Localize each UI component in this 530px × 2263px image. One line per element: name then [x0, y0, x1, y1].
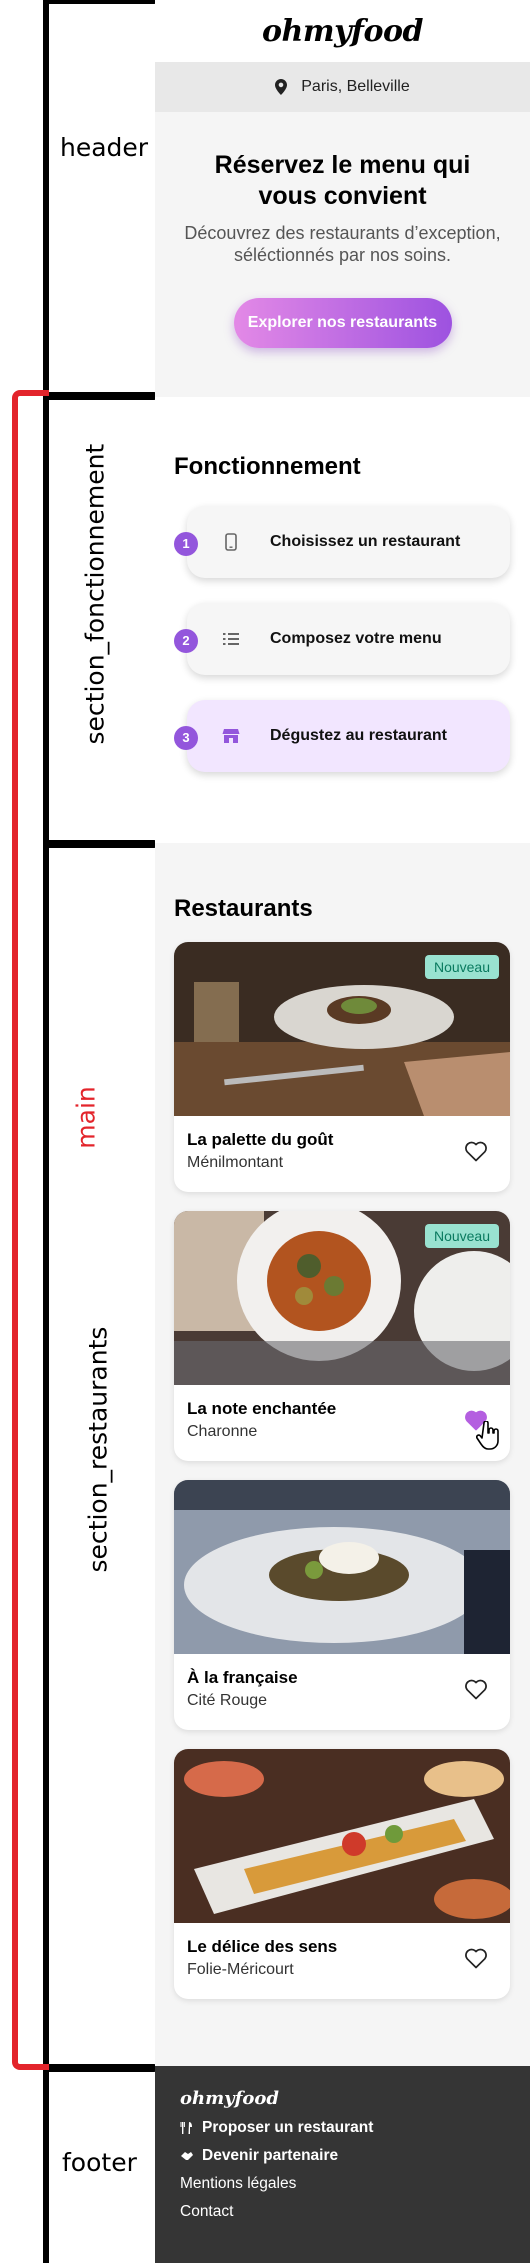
footer-link-label: Mentions légales: [180, 2175, 297, 2192]
label-footer: footer: [62, 2148, 137, 2177]
location-pin-icon: [275, 79, 288, 95]
location-label: Paris, Belleville: [301, 78, 410, 95]
restaurant-photo: [174, 1480, 510, 1654]
footer-link-label: Contact: [180, 2203, 234, 2220]
site-mockup: ohmyfood Paris, Belleville Réservez le m…: [155, 0, 530, 2263]
annotation-panel: header section_fonctionnement main secti…: [0, 0, 158, 2263]
label-section-restaurants: section_restaurants: [83, 1326, 113, 1573]
step-1: Choisissez un restaurant 1: [174, 506, 510, 578]
footer-link-contact[interactable]: Contact: [180, 2203, 505, 2221]
section-title: Restaurants: [174, 895, 313, 922]
heart-icon[interactable]: [464, 1140, 488, 1162]
step-card: Choisissez un restaurant: [187, 506, 510, 578]
restaurant-card[interactable]: Nouveau La note enchantée Charonne: [174, 1211, 510, 1461]
footer-link-propose[interactable]: Proposer un restaurant: [180, 2119, 505, 2137]
new-badge: Nouveau: [424, 1224, 499, 1248]
top-bar: ohmyfood: [155, 0, 530, 62]
step-number: 1: [174, 532, 198, 556]
step-3: Dégustez au restaurant 3: [174, 700, 510, 772]
restaurant-name: Le délice des sens: [187, 1937, 338, 1956]
handshake-icon: [181, 2152, 193, 2160]
restaurant-info: À la française Cité Rouge: [174, 1654, 510, 1730]
phone-icon: [225, 533, 237, 551]
dish-photo-icon: [174, 1749, 510, 1923]
footer-logo[interactable]: ohmyfood: [180, 2088, 505, 2109]
label-header: header: [60, 133, 149, 162]
restaurant-card[interactable]: Nouveau La palette du goût Ménilmontant: [174, 942, 510, 1192]
step-card: Dégustez au restaurant: [187, 700, 510, 772]
annotation-tick: [43, 0, 158, 4]
location-bar: Paris, Belleville: [155, 62, 530, 112]
hero-subtitle: Découvrez des restaurants d’exception, s…: [184, 223, 501, 265]
label-section-fonctionnement: section_fonctionnement: [80, 443, 110, 745]
restaurant-name: La palette du goût: [187, 1130, 334, 1149]
footer-link-legal[interactable]: Mentions légales: [180, 2175, 505, 2193]
footer: ohmyfood Proposer un restaurant Devenir …: [155, 2066, 530, 2263]
section-title: Fonctionnement: [174, 453, 361, 480]
logo[interactable]: ohmyfood: [262, 14, 423, 49]
restaurant-area: Ménilmontant: [187, 1154, 284, 1171]
restaurant-area: Cité Rouge: [187, 1692, 268, 1709]
footer-link-partner[interactable]: Devenir partenaire: [180, 2147, 505, 2165]
restaurant-photo: [174, 1749, 510, 1923]
step-number: 3: [174, 726, 198, 750]
restaurant-area: Charonne: [187, 1423, 258, 1440]
annotation-tick: [43, 840, 158, 848]
restaurant-info: La palette du goût Ménilmontant: [174, 1116, 510, 1192]
annotation-tick: [43, 392, 158, 400]
annotation-tick: [43, 2064, 158, 2072]
restaurant-info: La note enchantée Charonne: [174, 1385, 510, 1461]
label-main: main: [71, 1086, 101, 1149]
restaurant-name: La note enchantée: [187, 1399, 337, 1418]
list-icon: [223, 633, 239, 645]
step-label: Dégustez au restaurant: [270, 727, 447, 744]
hero-title: Réservez le menu qui vous convient: [214, 151, 471, 210]
new-badge: Nouveau: [424, 955, 499, 979]
step-label: Choisissez un restaurant: [270, 533, 461, 550]
explore-restaurants-button[interactable]: Explorer nos restaurants: [233, 298, 452, 348]
hand-cursor-icon: [476, 1421, 499, 1450]
heart-icon[interactable]: [464, 1947, 488, 1969]
dish-photo-icon: [174, 1480, 510, 1654]
step-2: Composez votre menu 2: [174, 603, 510, 675]
restaurant-photo: Nouveau: [174, 942, 510, 1116]
step-label: Composez votre menu: [270, 630, 442, 647]
heart-icon[interactable]: [464, 1678, 488, 1700]
section-fonctionnement: Fonctionnement Choisissez un restaurant …: [155, 397, 530, 843]
footer-link-label: Proposer un restaurant: [202, 2119, 374, 2136]
section-restaurants: Restaurants Nouveau La palette du goût M…: [155, 843, 530, 2068]
hero: Réservez le menu qui vous convient Décou…: [155, 112, 530, 397]
utensils-icon: [180, 2122, 192, 2134]
restaurant-info: Le délice des sens Folie-Méricourt: [174, 1923, 510, 1999]
step-card: Composez votre menu: [187, 603, 510, 675]
step-number: 2: [174, 629, 198, 653]
restaurant-card[interactable]: À la française Cité Rouge: [174, 1480, 510, 1730]
restaurant-photo: Nouveau: [174, 1211, 510, 1385]
restaurant-name: À la française: [187, 1668, 298, 1687]
restaurant-card[interactable]: Le délice des sens Folie-Méricourt: [174, 1749, 510, 1999]
store-icon: [222, 729, 240, 743]
footer-link-label: Devenir partenaire: [202, 2147, 339, 2164]
main-bracket: [12, 390, 49, 2070]
restaurant-area: Folie-Méricourt: [187, 1961, 294, 1978]
